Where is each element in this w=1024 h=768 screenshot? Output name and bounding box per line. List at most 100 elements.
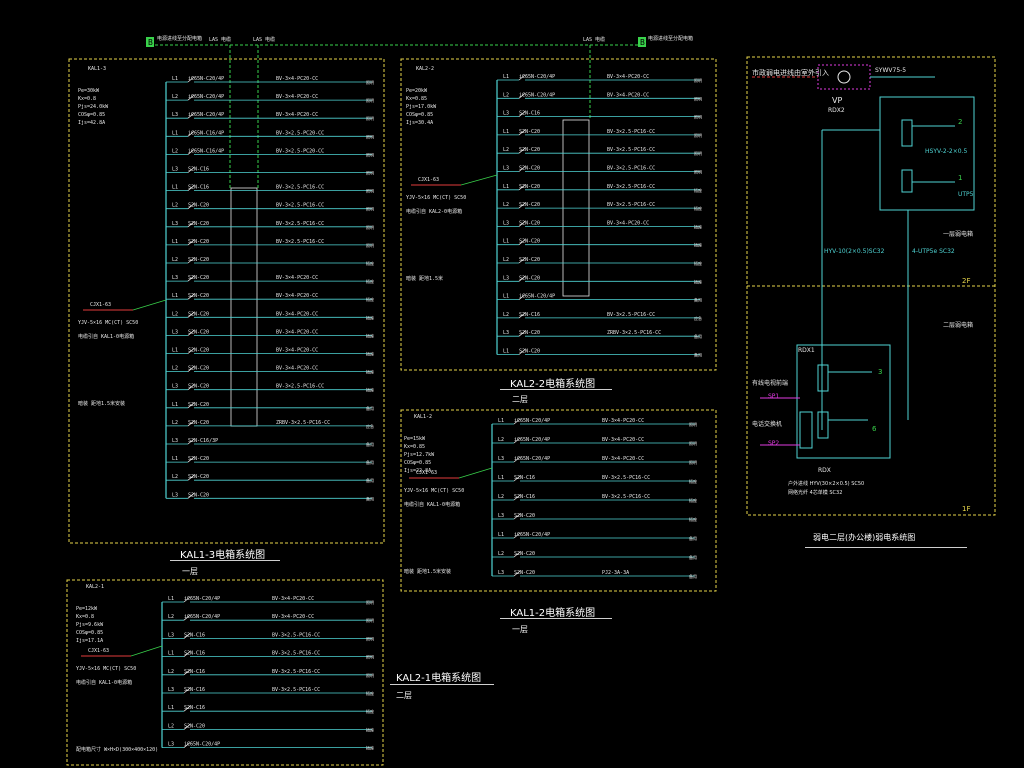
kal13-meter-box: [230, 187, 258, 427]
kal12-phase-label: L1: [498, 475, 504, 481]
kal13-wire-label: BV-3×4-PC20-CC: [276, 311, 318, 317]
kal13-load-label: 备用: [366, 477, 374, 483]
kal22-breaker-label: S2N-C20: [519, 257, 540, 263]
top-left-box-label: B: [148, 38, 153, 47]
kal22-phase-label: L1: [503, 294, 509, 300]
kal13-breaker-label: S2N-C20: [188, 239, 209, 245]
weak-mid-label: 二层弱电箱: [943, 322, 974, 329]
kal12-load-label: 插座: [689, 497, 697, 503]
kal21-wire-label: BV-3×4-PC20-CC: [272, 614, 314, 620]
weak-foot-1: 户外进线 HYV(30×2×0.5) SC50: [788, 481, 865, 487]
kal13-breaker-label: iC65N-C20/4P: [188, 76, 224, 82]
kal21-load-label: 插座: [366, 708, 374, 714]
kal13-note: 暗装 距地1.5米安装: [78, 400, 125, 407]
kal12-phase-label: L2: [498, 551, 504, 557]
kal13-wire-label: ZRBV-3×2.5-PC16-CC: [276, 420, 330, 426]
kal13-load-label: 照明: [366, 225, 374, 230]
weak-rdx2: RDX2: [828, 107, 845, 114]
kal21-wire-label: BV-3×2.5-PC16-CC: [272, 687, 320, 693]
kal21-phase-label: L1: [168, 596, 174, 602]
kal13-load-label: 照明: [366, 80, 374, 85]
weak-system: [752, 64, 975, 459]
kal12-load-label: 插座: [689, 516, 697, 522]
kal13-phase-label: L1: [172, 456, 178, 462]
kal22-param: COSφ=0.85: [406, 112, 433, 118]
kal12-breaker-label: S2N-C20: [514, 513, 535, 519]
kal13-phase-label: L3: [172, 275, 178, 281]
kal21-phase-label: L3: [168, 687, 174, 693]
kal12-load-label: 照明: [689, 441, 697, 446]
kal21-breaker-label: S2N-C16: [184, 632, 205, 638]
kal21-wire-label: BV-3×2.5-PC16-CC: [272, 651, 320, 657]
kal13-load-label: 照明: [366, 152, 374, 157]
kal13-breaker-label: S2N-C20: [188, 492, 209, 498]
kal12-load-label: 备用: [689, 554, 697, 560]
kal13-phase-label: L1: [172, 239, 178, 245]
kal22-wire-label: BV-3×2.5-PC16-CC: [607, 166, 655, 172]
kal13-breaker-label: S2N-C20: [188, 311, 209, 317]
kal21-param: Pjs=9.6kW: [76, 622, 104, 628]
kal21-phase-label: L2: [168, 614, 174, 620]
kal13-box-id: KAL1-3: [88, 66, 106, 72]
kal13-floor: 一层: [182, 567, 198, 576]
kal22-wire-label: BV-3×2.5-PC16-CC: [607, 202, 655, 208]
kal21-breaker-label: S2N-C16: [184, 669, 205, 675]
kal13-breaker-label: iC65N-C20/4P: [188, 94, 224, 100]
kal21-breaker-label: iC65N-C20/4P: [184, 742, 220, 748]
kal13-load-label: 备用: [366, 459, 374, 465]
kal22-load-label: 备用: [694, 352, 702, 358]
kal13-wire-label: BV-3×2.5-PC16-CC: [276, 185, 324, 191]
kal21-wire-label: BV-3×2.5-PC16-CC: [272, 632, 320, 638]
kal13-breaker-label: S2N-C16: [188, 167, 209, 173]
kal22-breaker-label: S2N-C20: [519, 202, 540, 208]
kal13-breaker-label: S2N-C20: [188, 257, 209, 263]
kal13-breaker-label: S2N-C20: [188, 474, 209, 480]
kal22-breaker-label: S2N-C20: [519, 330, 540, 336]
kal22-load-label: 插座: [694, 205, 702, 211]
kal13-phase-label: L1: [172, 76, 178, 82]
kal22-cable: YJV-5×16 MC(CT) SC50: [406, 195, 466, 201]
top-right-note: 电源进线至分配电箱: [648, 35, 693, 42]
kal22-breaker-label: S2N-C20: [519, 129, 540, 135]
kal13-breaker-label: iC65N-C20/4P: [188, 112, 224, 118]
kal21-load-label: 照明: [366, 600, 374, 605]
kal22-breaker-label: S2N-C20: [519, 239, 540, 245]
kal12-incoming: CJX1-63: [416, 470, 437, 476]
kal13-phase-label: L1: [172, 402, 178, 408]
kal22-title-underline: [500, 389, 612, 390]
kal12-load-label: 备用: [689, 535, 697, 541]
weak-tel-label: 电话交换机: [752, 421, 783, 428]
kal22-load-label: 照明: [694, 133, 702, 138]
kal13-phase-label: L2: [172, 203, 178, 209]
kal12-phase-label: L2: [498, 494, 504, 500]
kal21-param: Pe=12kW: [76, 606, 98, 612]
kal13-load-label: 照明: [366, 189, 374, 194]
kal13-wire-label: BV-3×4-PC20-CC: [276, 293, 318, 299]
kal22-load-label: 应急: [694, 315, 702, 321]
kal13-incoming: CJX1-63: [90, 302, 111, 308]
panel-frame-kal13: [68, 58, 385, 544]
kal13-load-label: 照明: [366, 116, 374, 121]
panel-frame-kal12: [400, 409, 717, 592]
kal12-note: 暗装 距地1.5米安装: [404, 568, 451, 575]
kal12-phase-label: L2: [498, 437, 504, 443]
kal13-load-label: 备用: [366, 405, 374, 411]
kal12-load-label: 插座: [689, 478, 697, 484]
kal12-param: Kx=0.85: [404, 444, 425, 450]
weak-tv-label: 有线电视前端: [752, 380, 789, 387]
kal13-wire-label: BV-3×2.5-PC16-CC: [276, 384, 324, 390]
kal13-phase-label: L2: [172, 420, 178, 426]
kal21-phase-label: L3: [168, 632, 174, 638]
kal13-breaker-label: S2N-C20: [188, 293, 209, 299]
kal22-param: Pe=20kW: [406, 88, 428, 94]
kal13-load-label: 插座: [366, 369, 374, 375]
kal22-incoming: CJX1-63: [418, 177, 439, 183]
kal13-breaker-label: S2N-C20: [188, 456, 209, 462]
kal21-load-label: 插座: [366, 745, 374, 751]
kal13-wire-label: BV-3×2.5-PC20-CC: [276, 130, 324, 136]
kal12-feeder-link: [458, 467, 493, 479]
kal13-phase-label: L3: [172, 492, 178, 498]
cable-label-2: LAS 电缆: [253, 36, 275, 43]
kal22-phase-label: L3: [503, 166, 509, 172]
kal22-feeder-link: [460, 174, 498, 186]
